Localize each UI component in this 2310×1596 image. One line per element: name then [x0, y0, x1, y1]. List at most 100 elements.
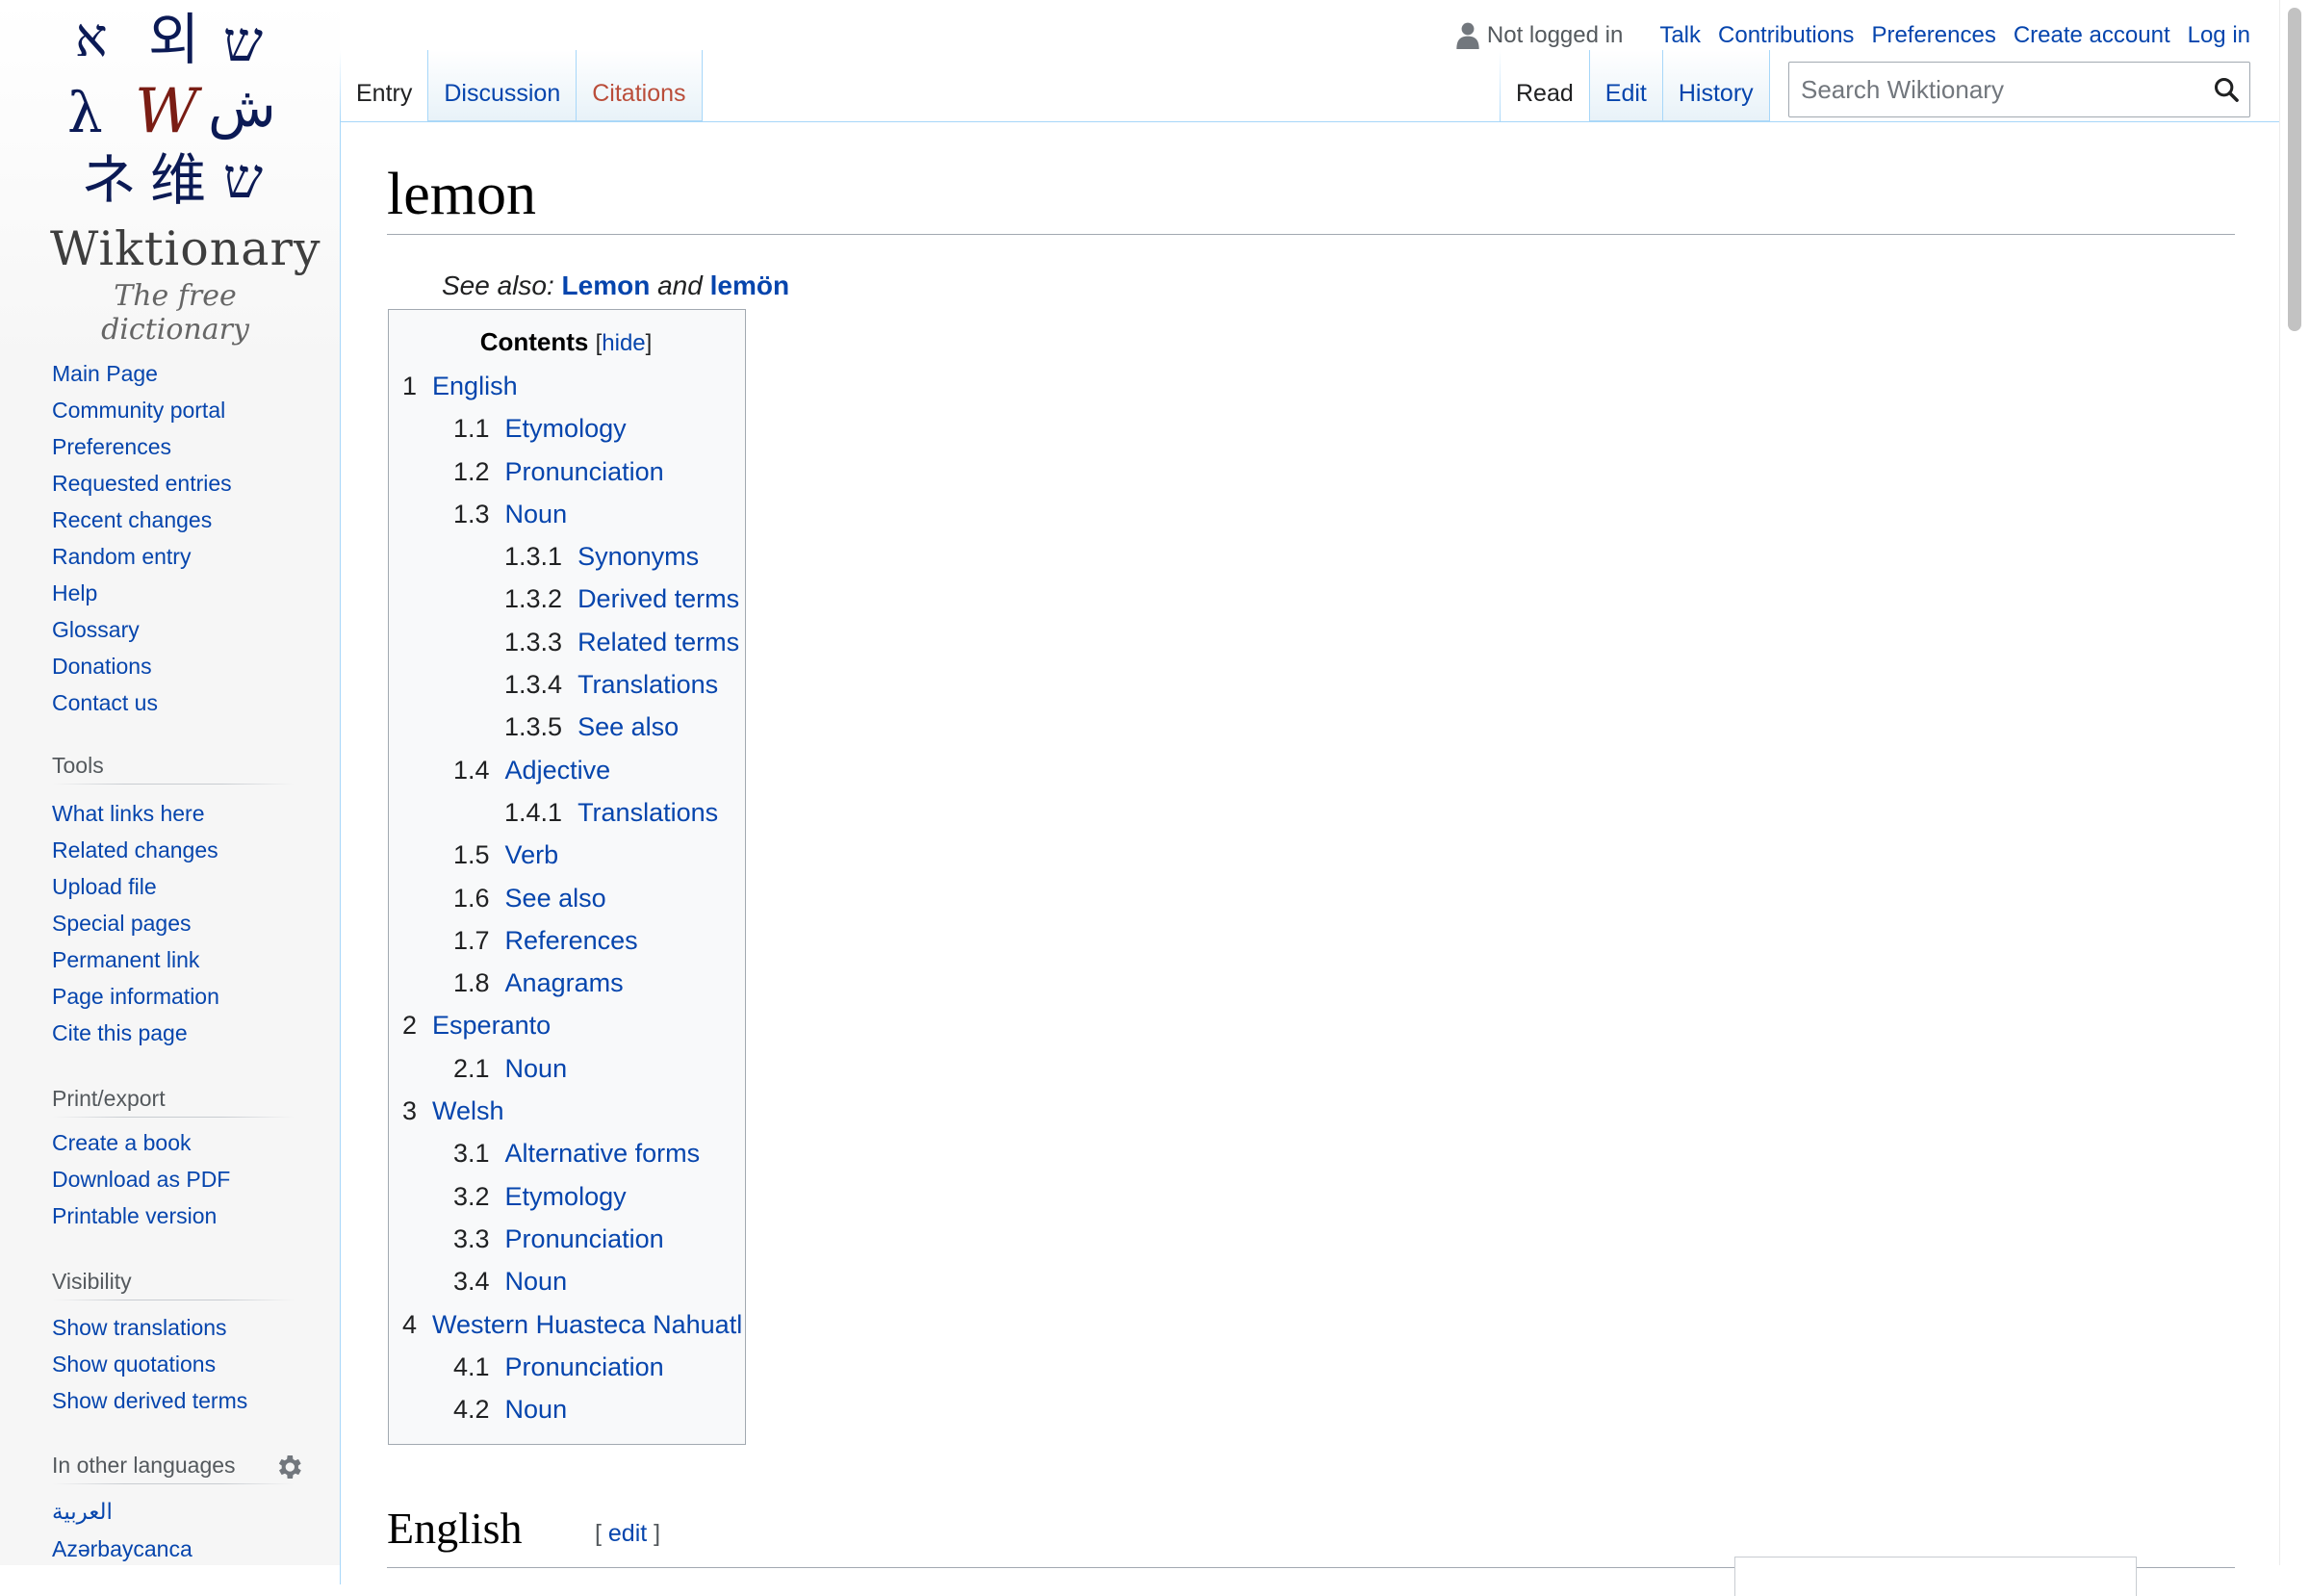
lang-arabic[interactable]: العربية	[52, 1494, 192, 1531]
visibility-show-derived-terms[interactable]: Show derived terms	[52, 1382, 247, 1419]
toc-item[interactable]: 3.1 Alternative forms	[402, 1132, 745, 1174]
toc-item-link[interactable]: Etymology	[505, 414, 627, 443]
log-in-link[interactable]: Log in	[2188, 22, 2250, 49]
toc-item-link[interactable]: Noun	[505, 1395, 568, 1424]
tab-read[interactable]: Read	[1501, 50, 1590, 121]
toc-item[interactable]: 3 Welsh	[402, 1090, 745, 1132]
toc-item[interactable]: 1.6 See also	[402, 877, 745, 919]
print-create-book[interactable]: Create a book	[52, 1124, 230, 1161]
toc-item-link[interactable]: Welsh	[432, 1096, 504, 1125]
toc-item-link[interactable]: Translations	[578, 798, 718, 827]
nav-main-page[interactable]: Main Page	[52, 355, 232, 392]
tab-discussion[interactable]: Discussion	[428, 50, 578, 121]
toc-item[interactable]: 1 English	[402, 365, 745, 407]
toc-item[interactable]: 4.1 Pronunciation	[402, 1346, 745, 1388]
tools-page-information[interactable]: Page information	[52, 978, 219, 1015]
nav-requested-entries[interactable]: Requested entries	[52, 465, 232, 502]
nav-donations[interactable]: Donations	[52, 648, 232, 684]
visibility-show-translations[interactable]: Show translations	[52, 1309, 247, 1346]
toc-item-link[interactable]: Western Huasteca Nahuatl	[432, 1310, 742, 1339]
nav-contact-us[interactable]: Contact us	[52, 684, 232, 721]
toc-item-link[interactable]: Derived terms	[578, 584, 739, 613]
toc-item-link[interactable]: Noun	[505, 1267, 568, 1296]
toc-item[interactable]: 4 Western Huasteca Nahuatl	[402, 1303, 745, 1346]
toc-item[interactable]: 1.3.3 Related terms	[402, 621, 745, 663]
tools-related-changes[interactable]: Related changes	[52, 832, 219, 868]
toc-item[interactable]: 1.4.1 Translations	[402, 791, 745, 834]
print-download-pdf[interactable]: Download as PDF	[52, 1161, 230, 1197]
toc-item[interactable]: 2 Esperanto	[402, 1004, 745, 1046]
scrollbar-thumb[interactable]	[2288, 8, 2301, 331]
toc-item-link[interactable]: Adjective	[505, 756, 611, 785]
section-edit-link[interactable]: edit	[608, 1520, 647, 1547]
toc-item-link[interactable]: Translations	[578, 670, 718, 699]
tab-citations[interactable]: Citations	[577, 50, 703, 121]
print-printable-version[interactable]: Printable version	[52, 1197, 230, 1234]
nav-help[interactable]: Help	[52, 575, 232, 611]
talk-link[interactable]: Talk	[1659, 22, 1701, 49]
create-account-link[interactable]: Create account	[2014, 22, 2170, 49]
toc-item-link[interactable]: Anagrams	[505, 968, 624, 997]
preferences-link[interactable]: Preferences	[1871, 22, 1995, 49]
toc-item-link[interactable]: Alternative forms	[505, 1139, 701, 1168]
not-logged-in-label: Not logged in	[1486, 22, 1624, 48]
see-also-link-lemon[interactable]: Lemon	[562, 270, 651, 300]
toc-item-link[interactable]: Pronunciation	[505, 1352, 664, 1381]
tools-cite-this-page[interactable]: Cite this page	[52, 1015, 219, 1051]
logo-glyph: 维	[150, 147, 207, 213]
toc-item-link[interactable]: See also	[505, 884, 606, 913]
toc-item-link[interactable]: Synonyms	[578, 542, 699, 571]
toc-item-link[interactable]: Noun	[505, 1054, 568, 1083]
toc-item[interactable]: 1.8 Anagrams	[402, 962, 745, 1004]
toc-hide-link[interactable]: hide	[602, 330, 645, 356]
toc-item[interactable]: 1.3 Noun	[402, 493, 745, 535]
toc-toggle[interactable]: [hide]	[596, 330, 653, 356]
tab-history[interactable]: History	[1662, 50, 1770, 121]
toc-item-link[interactable]: Etymology	[505, 1182, 627, 1211]
nav-random-entry[interactable]: Random entry	[52, 538, 232, 575]
wiktionary-logo[interactable]: ﬡ 외 ש λ W ش ネ 维 ש Wiktionary The free di…	[46, 8, 321, 348]
toc-item-link[interactable]: Related terms	[578, 628, 739, 656]
toc-item-link[interactable]: Pronunciation	[505, 457, 664, 486]
contributions-link[interactable]: Contributions	[1718, 22, 1854, 49]
tools-what-links-here[interactable]: What links here	[52, 795, 219, 832]
see-also-link-lemon-umlaut[interactable]: lemön	[710, 270, 789, 300]
toc-item[interactable]: 1.3.1 Synonyms	[402, 535, 745, 578]
toc-item-link[interactable]: See also	[578, 712, 679, 741]
toc-item[interactable]: 2.1 Noun	[402, 1047, 745, 1090]
search-input[interactable]	[1789, 63, 2194, 116]
toc-item-link[interactable]: Noun	[505, 500, 568, 528]
toc-item[interactable]: 1.1 Etymology	[402, 407, 745, 450]
toc-heading: Contents	[479, 327, 589, 356]
toc-item-link[interactable]: Esperanto	[432, 1011, 551, 1040]
toc-item[interactable]: 1.7 References	[402, 919, 745, 962]
toc-item[interactable]: 1.2 Pronunciation	[402, 450, 745, 493]
page-scrollbar[interactable]	[2279, 0, 2310, 1565]
toc-item[interactable]: 3.3 Pronunciation	[402, 1218, 745, 1260]
toc-item[interactable]: 3.2 Etymology	[402, 1175, 745, 1218]
nav-glossary[interactable]: Glossary	[52, 611, 232, 648]
lang-azerbaijani[interactable]: Azərbaycanca	[52, 1531, 192, 1567]
tools-special-pages[interactable]: Special pages	[52, 905, 219, 941]
toc-item[interactable]: 4.2 Noun	[402, 1388, 745, 1430]
search-icon[interactable]	[2213, 76, 2240, 103]
toc-item-link[interactable]: Pronunciation	[505, 1224, 664, 1253]
tab-edit[interactable]: Edit	[1589, 50, 1663, 121]
toc-item[interactable]: 1.3.2 Derived terms	[402, 578, 745, 620]
nav-recent-changes[interactable]: Recent changes	[52, 502, 232, 538]
gear-icon[interactable]	[273, 1452, 304, 1482]
nav-community-portal[interactable]: Community portal	[52, 392, 232, 428]
visibility-show-quotations[interactable]: Show quotations	[52, 1346, 247, 1382]
toc-item-link[interactable]: Verb	[505, 840, 559, 869]
toc-item[interactable]: 1.4 Adjective	[402, 749, 745, 791]
toc-item[interactable]: 1.3.4 Translations	[402, 663, 745, 706]
toc-item[interactable]: 3.4 Noun	[402, 1260, 745, 1302]
toc-item[interactable]: 1.5 Verb	[402, 834, 745, 876]
toc-item-link[interactable]: English	[432, 372, 518, 400]
toc-item[interactable]: 1.3.5 See also	[402, 706, 745, 748]
tools-upload-file[interactable]: Upload file	[52, 868, 219, 905]
tab-entry[interactable]: Entry	[341, 50, 429, 121]
toc-item-link[interactable]: References	[505, 926, 638, 955]
nav-preferences[interactable]: Preferences	[52, 428, 232, 465]
tools-permanent-link[interactable]: Permanent link	[52, 941, 219, 978]
